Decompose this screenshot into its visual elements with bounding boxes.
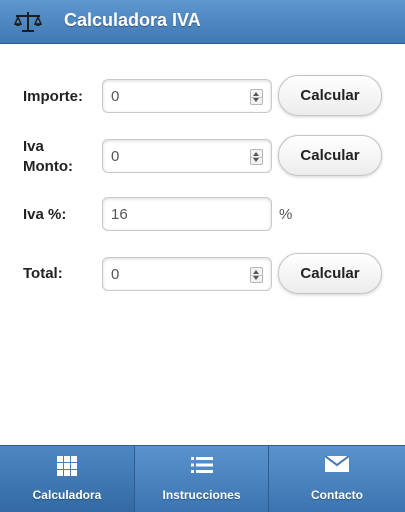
list-icon [190, 457, 213, 473]
iva-pct-value: 16 [111, 206, 128, 223]
bottom-navbar: Calculadora Instrucciones Contacto [0, 445, 405, 512]
calcular-iva-monto-button[interactable]: Calcular [278, 135, 382, 176]
percent-suffix: % [279, 206, 293, 223]
calcular-total-button[interactable]: Calcular [278, 253, 382, 294]
importe-value: 0 [111, 88, 120, 105]
app-title: Calculadora IVA [64, 10, 201, 30]
nav-calculadora[interactable]: Calculadora [0, 446, 134, 512]
total-input[interactable]: 0 [102, 257, 272, 291]
iva-pct-input[interactable]: 16 [102, 197, 272, 231]
mail-icon [325, 456, 349, 472]
nav-contacto-label: Contacto [311, 488, 363, 502]
iva-monto-label-line2: Monto: [23, 158, 73, 175]
iva-monto-label-line1: Iva [23, 138, 44, 155]
nav-calculadora-label: Calculadora [32, 488, 102, 502]
importe-input[interactable]: 0 [102, 79, 272, 113]
nav-instrucciones-label: Instrucciones [162, 488, 241, 502]
app-header: Calculadora IVA [0, 0, 405, 44]
spinner-up-icon[interactable] [253, 92, 259, 96]
grid-icon [57, 456, 77, 476]
total-spinner[interactable] [250, 267, 263, 283]
iva-monto-value: 0 [111, 148, 120, 165]
spinner-up-icon[interactable] [253, 152, 259, 156]
iva-monto-input[interactable]: 0 [102, 139, 272, 173]
importe-spinner[interactable] [250, 89, 263, 105]
spinner-down-icon[interactable] [253, 158, 259, 162]
importe-label: Importe: [23, 88, 83, 105]
nav-instrucciones[interactable]: Instrucciones [134, 446, 268, 512]
scales-icon [13, 12, 43, 32]
total-value: 0 [111, 266, 120, 283]
nav-contacto[interactable]: Contacto [268, 446, 405, 512]
total-label: Total: [23, 265, 63, 282]
iva-monto-spinner[interactable] [250, 149, 263, 165]
spinner-up-icon[interactable] [253, 270, 259, 274]
calcular-importe-button[interactable]: Calcular [278, 75, 382, 116]
spinner-down-icon[interactable] [253, 276, 259, 280]
iva-pct-label: Iva %: [23, 206, 67, 223]
spinner-down-icon[interactable] [253, 98, 259, 102]
